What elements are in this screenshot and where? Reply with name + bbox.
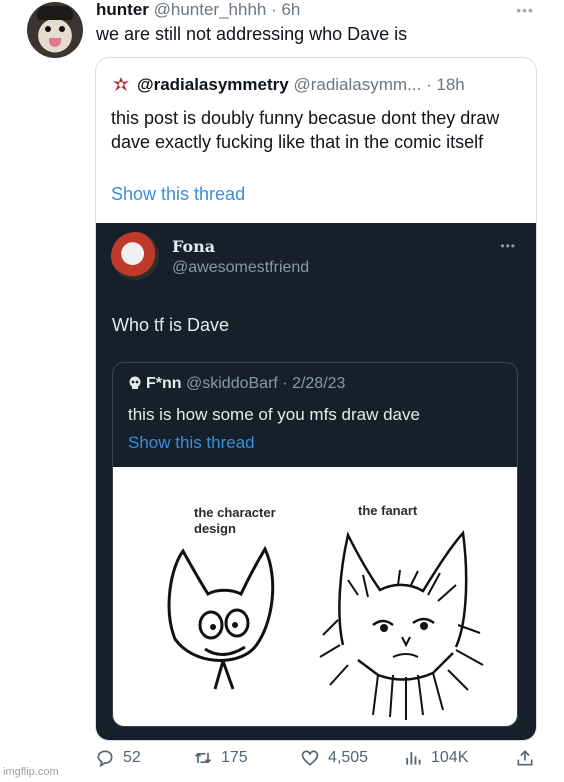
views-button[interactable]: 104K xyxy=(403,748,468,768)
drawing-comparison-image: the character design the fanart xyxy=(113,467,517,726)
heart-icon xyxy=(301,750,319,766)
author-name[interactable]: hunter xyxy=(96,0,149,19)
inner-name: F*nn xyxy=(146,375,182,392)
watermark: imgflip.com xyxy=(3,766,59,778)
reply-icon xyxy=(97,750,113,768)
separator-dot: · xyxy=(421,75,437,94)
fona-avatar xyxy=(111,232,159,280)
spiky-fanart-drawing xyxy=(319,530,484,720)
reply-count: 52 xyxy=(123,749,141,766)
inner-text: this is how some of you mfs draw dave xyxy=(128,405,420,424)
action-bar: 52 175 4,505 104K xyxy=(95,748,537,774)
inner-header: F*nn @skiddoBarf · 2/28/23 xyxy=(128,375,345,393)
reply-button[interactable]: 52 xyxy=(95,748,141,768)
tweet-time[interactable]: 6h xyxy=(281,0,300,19)
tweet-text: we are still not addressing who Dave is xyxy=(96,24,408,44)
quoted-time[interactable]: 18h xyxy=(436,75,464,94)
share-button[interactable] xyxy=(515,748,535,768)
retweet-icon xyxy=(194,752,212,764)
avatar-hat xyxy=(37,6,73,20)
label-character-design: the character design xyxy=(194,505,276,536)
fona-name: Fona xyxy=(172,237,216,256)
author-avatar[interactable] xyxy=(27,2,83,58)
inner-show-thread: Show this thread xyxy=(128,433,255,452)
show-thread-link[interactable]: Show this thread xyxy=(111,184,245,205)
fona-handle: @awesomestfriend xyxy=(172,259,310,276)
tweet-header: hunter @hunter_hhhh · 6h xyxy=(96,0,300,20)
avatar-eye-right xyxy=(59,26,65,32)
inner-date: 2/28/23 xyxy=(292,375,346,392)
like-count: 4,505 xyxy=(328,749,369,766)
avatar-tongue xyxy=(49,38,61,47)
view-count: 104K xyxy=(431,749,469,766)
more-options-icon[interactable]: ••• xyxy=(516,2,534,18)
quoted-name[interactable]: @radialasymmetry xyxy=(137,75,289,94)
skull-icon xyxy=(129,376,141,389)
embedded-screenshot: Fona @awesomestfriend ••• Who tf is Dave… xyxy=(96,223,536,740)
inner-handle: @skiddoBarf xyxy=(186,375,278,392)
radial-logo-icon xyxy=(113,77,129,91)
analytics-icon xyxy=(406,752,421,765)
retweet-count: 175 xyxy=(221,749,248,766)
separator-dot: · xyxy=(266,0,282,19)
author-handle[interactable]: @hunter_hhhh xyxy=(154,0,267,19)
like-button[interactable]: 4,505 xyxy=(300,748,368,768)
simple-cat-drawing xyxy=(167,545,275,690)
quoted-handle[interactable]: @radialasymm... xyxy=(293,75,421,94)
quoted-text: this post is doubly funny becasue dont t… xyxy=(111,108,500,152)
share-icon xyxy=(517,750,533,766)
retweet-button[interactable]: 175 xyxy=(193,748,248,768)
avatar-eye-left xyxy=(45,26,51,32)
more-options-icon: ••• xyxy=(500,239,516,253)
label-fanart: the fanart xyxy=(358,503,418,518)
fona-text: Who tf is Dave xyxy=(112,315,230,335)
quoted-header: @radialasymmetry @radialasymm... · 18h xyxy=(111,75,465,95)
quoted-tweet[interactable]: @radialasymmetry @radialasymm... · 18h t… xyxy=(95,57,537,741)
separator-dot: · xyxy=(277,375,293,392)
inner-quoted-tweet: F*nn @skiddoBarf · 2/28/23 this is how s… xyxy=(112,362,518,727)
